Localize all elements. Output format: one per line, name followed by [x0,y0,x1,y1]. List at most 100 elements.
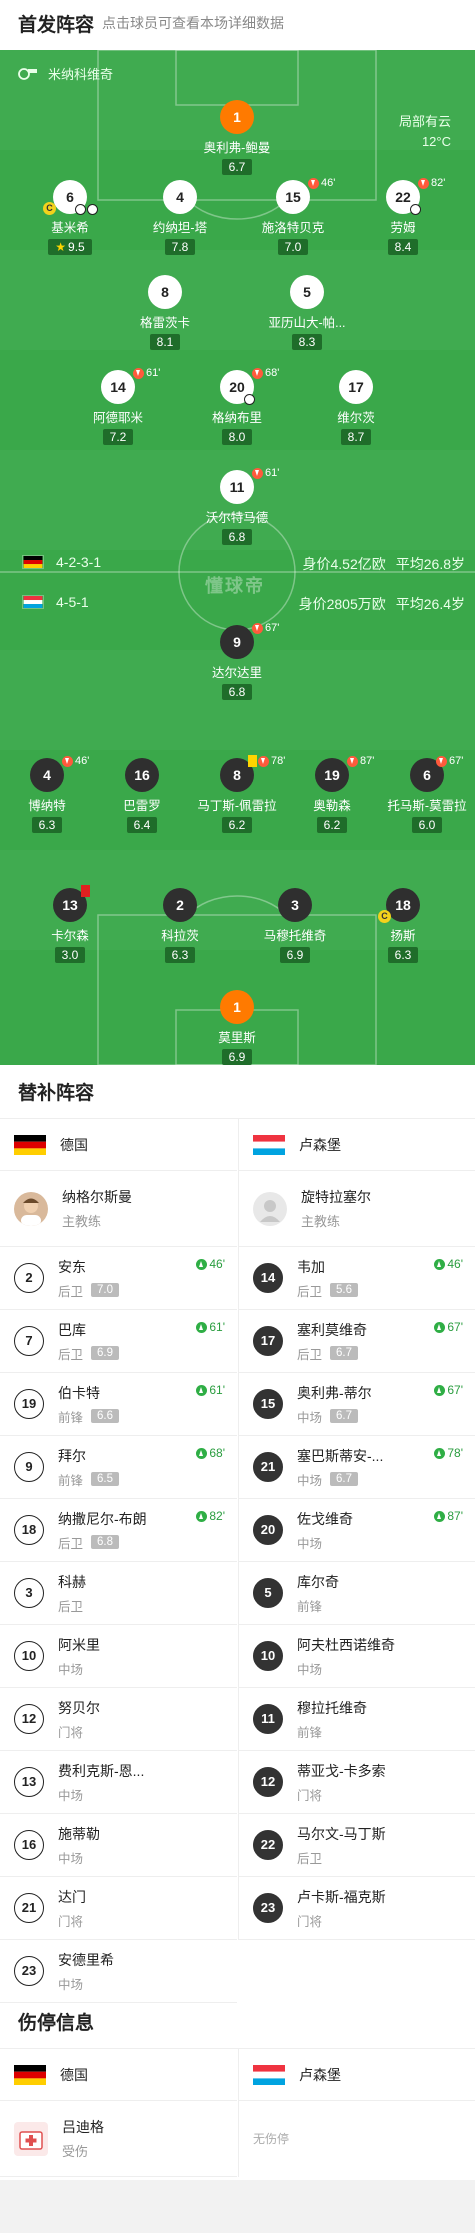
sub-player-row[interactable]: 21 塞巴斯蒂安-... 中场 6.7 78' [239,1436,475,1499]
home-player-17[interactable]: 17 维尔茨 8.7 [301,370,411,446]
stadium-info: 米纳科维奇 [16,64,113,83]
sub-player-row[interactable]: 16 施蒂勒 中场 [0,1814,237,1877]
home-player-6[interactable]: 6C 基米希 ★ 9.5 [15,180,125,256]
player-number: 11 [220,470,254,504]
sub-number: 12 [14,1704,44,1734]
sub-player-row[interactable]: 18 纳撒尼尔-布朗 后卫 6.8 82' [0,1499,237,1562]
away-player-9[interactable]: 9 67' 达尔达里 6.8 [182,622,292,701]
sub-minute: 61' [146,367,161,379]
away-player-1[interactable]: 1 莫里斯 6.9 [182,990,292,1065]
sub-player-row[interactable]: 9 拜尔 前锋 6.5 68' [0,1436,237,1499]
player-rating: 8.4 [387,239,419,255]
sub-player-row[interactable]: 23 卢卡斯-福克斯 门将 [239,1877,475,1940]
sub-in: 61' [196,1320,225,1334]
home-player-11[interactable]: 11 61' 沃尔特马德 6.8 [182,467,292,546]
sub-in-minute: 46' [447,1257,463,1271]
away-player-3[interactable]: 3 马穆托维奇 6.9 [240,888,350,964]
sub-out-icon [252,367,263,379]
captain-icon: C [43,202,56,215]
sub-number: 14 [253,1263,283,1293]
home-player-15[interactable]: 15 46' 施洛特贝克 7.0 [238,177,348,256]
sub-player-row[interactable]: 13 费利克斯-恩... 中场 [0,1751,237,1814]
sub-out-icon [436,755,447,767]
away-player-8[interactable]: 8 78' 马丁斯-佩雷拉 6.2 [182,755,292,834]
away-coach[interactable]: 旋特拉塞尔 主教练 [239,1171,475,1247]
home-player-22[interactable]: 22 82' 劳姆 8.4 [348,177,458,256]
sub-player-row[interactable]: 23 安德里希 中场 [0,1940,237,2003]
sub-number: 22 [253,1830,283,1860]
sub-name: 阿夫杜西诺维奇 [297,1636,395,1653]
sub-player-row[interactable]: 17 塞利莫维奇 后卫 6.7 67' [239,1310,475,1373]
sub-in: 46' [434,1257,463,1271]
injured-player-name: 吕迪格 [62,2119,104,2135]
sub-out: 68' [252,367,279,379]
sub-player-row[interactable]: 11 穆拉托维奇 前锋 [239,1688,475,1751]
player-name: 马丁斯-佩雷拉 [197,799,277,813]
sub-in-minute: 67' [447,1383,463,1397]
injuries-title: 伤停信息 [18,2013,95,2034]
home-player-8[interactable]: 8 格雷茨卡 8.1 [110,275,220,351]
sub-rating: 6.7 [330,1409,359,1423]
sub-position: 后卫 [58,1536,84,1551]
sub-player-row[interactable]: 22 马尔文-马丁斯 后卫 [239,1814,475,1877]
home-team-name: 德国 [60,1136,88,1153]
home-player-1[interactable]: 1 奥利弗-鲍曼 6.7 [182,100,292,176]
sub-player-row[interactable]: 19 伯卡特 前锋 6.6 61' [0,1373,237,1436]
sub-player-row[interactable]: 10 阿米里 中场 [0,1625,237,1688]
sub-rating: 6.7 [330,1346,359,1360]
sub-in-minute: 68' [209,1446,225,1460]
home-player-4[interactable]: 4 约纳坦-塔 7.8 [125,180,235,256]
player-name: 格雷茨卡 [139,316,190,330]
home-coach[interactable]: 纳格尔斯曼 主教练 [0,1171,237,1247]
sub-rating: 7.0 [91,1283,120,1297]
germany-flag-icon [14,1134,46,1155]
injured-player[interactable]: 吕迪格 受伤 [0,2101,237,2177]
sub-in-icon [196,1384,208,1396]
player-rating: 7.0 [277,239,309,255]
sub-out: 82' [418,177,445,189]
sub-out: 61' [133,367,160,379]
sub-player-row[interactable]: 2 安东 后卫 7.0 46' [0,1247,237,1310]
sub-player-row[interactable]: 3 科赫 后卫 [0,1562,237,1625]
sub-player-row[interactable]: 21 达门 门将 [0,1877,237,1940]
away-player-2[interactable]: 2 科拉茨 6.3 [125,888,235,964]
sub-rating: 5.6 [330,1283,359,1297]
goal-ball-icon [87,204,98,215]
sub-position: 中场 [58,1662,84,1677]
away-team-name: 卢森堡 [299,1136,341,1153]
player-rating: 6.4 [126,817,158,833]
sub-position: 后卫 [58,1347,84,1362]
sub-player-row[interactable]: 5 库尔奇 前锋 [239,1562,475,1625]
away-player-16[interactable]: 16 巴雷罗 6.4 [87,758,197,834]
sub-position: 前锋 [297,1725,323,1740]
player-rating: 6.8 [221,684,253,700]
sub-player-row[interactable]: 12 努贝尔 门将 [0,1688,237,1751]
no-injuries-text: 无伤停 [253,2132,290,2146]
sub-player-row[interactable]: 15 奥利弗-蒂尔 中场 6.7 67' [239,1373,475,1436]
home-player-20[interactable]: 20 68' 格纳布里 8.0 [182,367,292,446]
sub-name: 卢卡斯-福克斯 [297,1888,386,1905]
sub-position: 中场 [297,1473,323,1488]
home-injuries-column: 德国 吕迪格 受伤 [0,2049,237,2177]
sub-name: 安德里希 [58,1951,114,1968]
sub-out-icon [133,367,144,379]
away-player-13[interactable]: 13 卡尔森 3.0 [15,885,125,964]
player-name: 约纳坦-塔 [152,221,208,235]
sub-player-row[interactable]: 7 巴库 后卫 6.9 61' [0,1310,237,1373]
away-player-6[interactable]: 6 67' 托马斯-莫雷拉 6.0 [372,755,475,834]
away-player-19[interactable]: 19 87' 奥勒森 6.2 [277,755,387,834]
player-name: 达尔达里 [211,666,262,680]
sub-player-row[interactable]: 14 韦加 后卫 5.6 46' [239,1247,475,1310]
home-player-5[interactable]: 5 亚历山大-帕... 8.3 [252,275,362,351]
sub-player-row[interactable]: 12 蒂亚戈-卡多索 门将 [239,1751,475,1814]
away-player-18[interactable]: 18 C 扬斯 6.3 [348,888,458,964]
red-card-icon [81,885,90,897]
sub-player-row[interactable]: 20 佐戈维奇 中场 87' [239,1499,475,1562]
sub-minute: 46' [321,177,336,189]
away-team-row: 卢森堡 [239,1119,475,1171]
sub-player-row[interactable]: 10 阿夫杜西诺维奇 中场 [239,1625,475,1688]
sub-name: 阿米里 [58,1636,100,1653]
stadium-name: 米纳科维奇 [48,67,114,82]
sub-out-icon [418,177,429,189]
home-player-14[interactable]: 14 61' 阿德耶米 7.2 [63,367,173,446]
